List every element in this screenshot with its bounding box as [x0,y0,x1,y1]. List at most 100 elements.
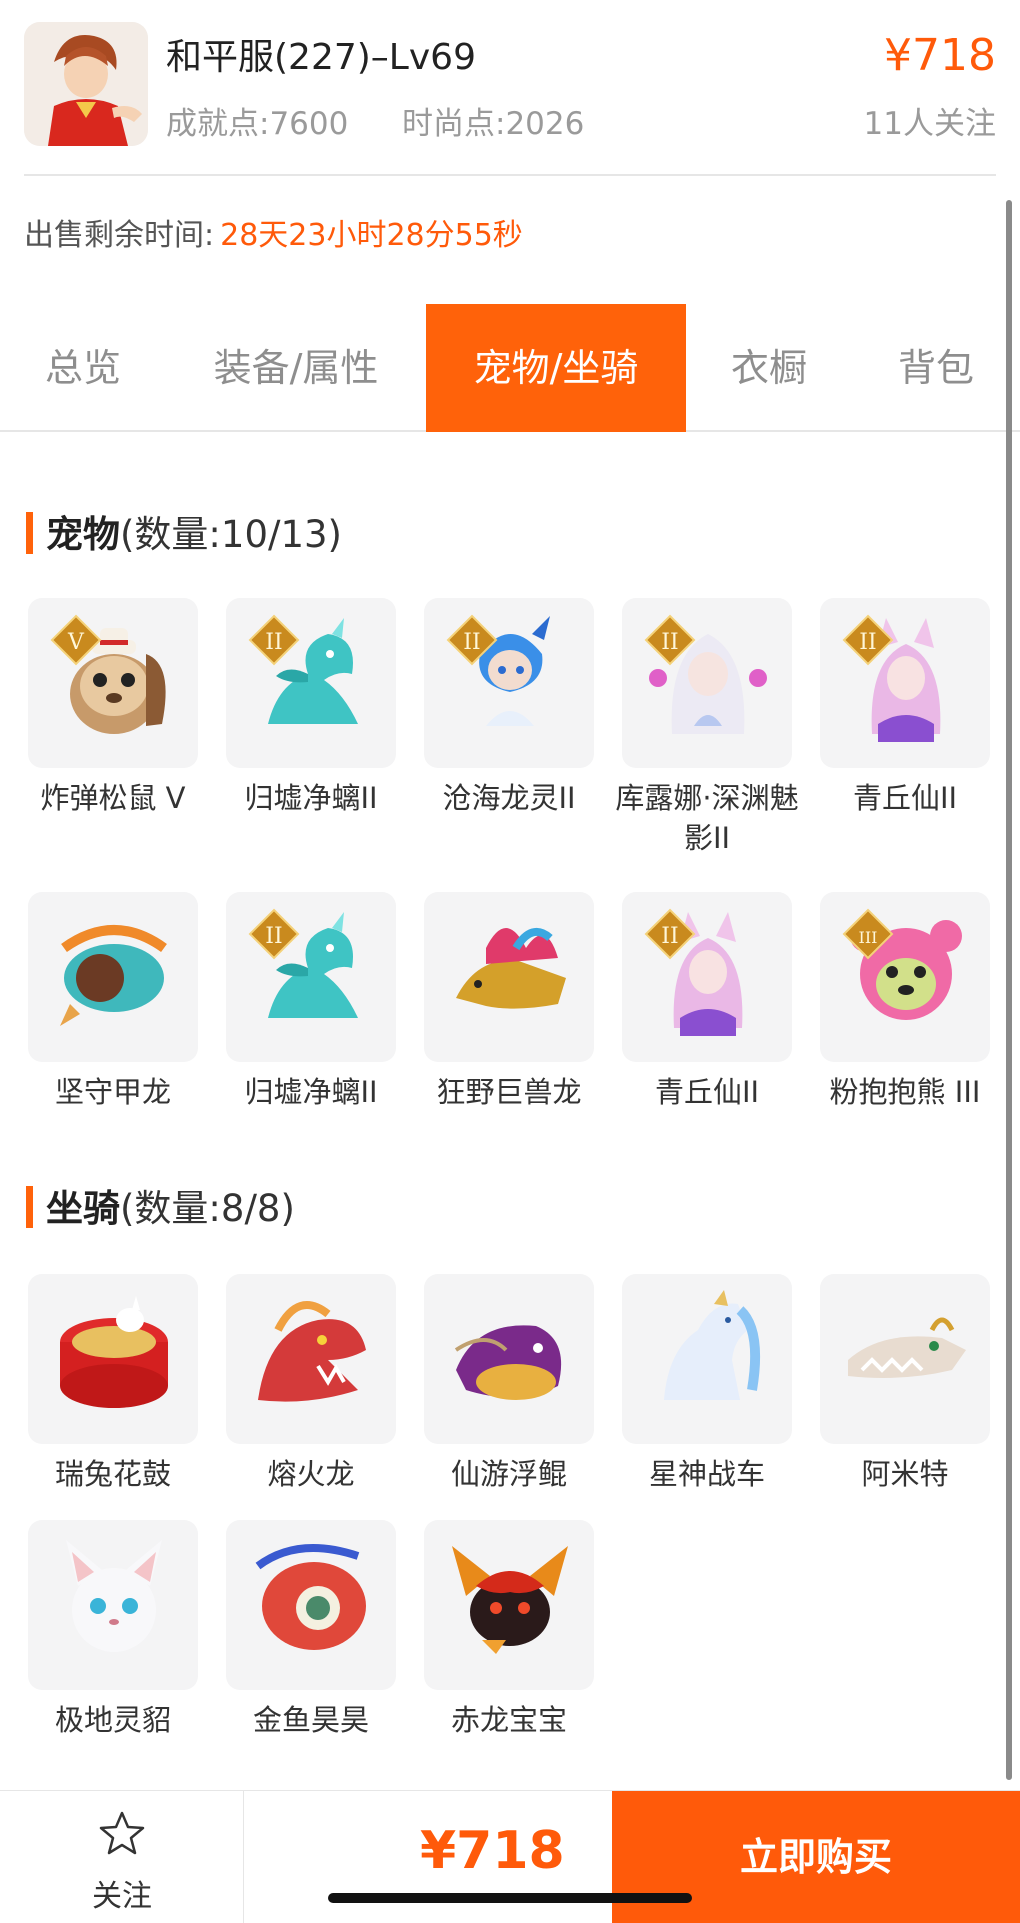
follow-label: 关注 [92,1879,152,1914]
baby-dragon-icon [452,1546,568,1654]
tier-badge-icon: II [248,614,300,666]
pets-count: (数量:10/13) [120,513,342,556]
fire-dragon-icon [258,1301,366,1402]
tab-overview[interactable]: 总览 [0,304,166,432]
pet-item[interactable]: II 归墟净螭II [226,892,398,1112]
crocodile-icon [848,1317,966,1378]
pet-name: 狂野巨兽龙 [436,1075,582,1109]
pets-title: 宠物 [46,513,120,556]
scrollbar[interactable] [1006,200,1012,1780]
tab-pets-mounts[interactable]: 宠物/坐骑 [426,304,686,432]
pet-name: 粉抱抱熊 III [829,1075,981,1109]
mount-item[interactable]: 熔火龙 [226,1274,398,1494]
pet-name: 沧海龙灵II [442,781,576,815]
pet-name: 炸弹松鼠 V [40,781,186,815]
pet-name: 归墟净螭II [244,781,378,815]
pet-item[interactable]: V 炸弹松鼠 V [28,598,200,818]
pet-thumbnail [28,892,198,1062]
listing-title: 和平服(227)–Lv69 [166,37,476,78]
pet-item[interactable]: II 青丘仙II [820,598,992,818]
svg-text:V: V [67,630,85,655]
character-avatar[interactable] [24,22,148,146]
pet-thumbnail: II [424,598,594,768]
pet-thumbnail: II [622,598,792,768]
pet-thumbnail: V [28,598,198,768]
pet-name: 坚守甲龙 [54,1075,171,1109]
tab-wardrobe[interactable]: 衣橱 [686,304,852,432]
pet-item[interactable]: III 粉抱抱熊 III [820,892,992,1112]
tier-badge-icon: II [842,614,894,666]
pet-thumbnail [424,892,594,1062]
achievement-points: 成就点:7600 [166,106,349,142]
listing-price: ¥718 [884,30,996,81]
pet-item[interactable]: II 库露娜·深渊魅影II [615,598,799,858]
svg-text:II: II [661,924,678,949]
section-marker [26,512,33,554]
bottom-price: ¥718 [420,1821,565,1881]
pet-item[interactable]: II 青丘仙II [622,892,794,1112]
pet-name: 库露娜·深渊魅影II [615,781,799,855]
tier-badge-icon: II [446,614,498,666]
follower-count: 11人关注 [863,106,996,142]
mount-thumbnail [424,1520,594,1690]
svg-text:II: II [859,630,876,655]
tab-backpack[interactable]: 背包 [852,304,1020,432]
svg-text:II: II [265,924,282,949]
pet-item[interactable]: 狂野巨兽龙 [424,892,596,1112]
mount-item[interactable]: 极地灵貂 [28,1520,200,1740]
mount-thumbnail [820,1274,990,1444]
star-icon [99,1811,145,1855]
horse-icon [664,1290,761,1400]
remaining-time-label: 出售剩余时间: [24,218,215,253]
pet-thumbnail: II [622,892,792,1062]
tier-badge-icon: II [248,908,300,960]
pet-thumbnail: II [820,598,990,768]
beast-dragon-icon [456,927,566,1009]
buy-now-button[interactable]: 立即购买 [612,1791,1020,1923]
mount-name: 金鱼昊昊 [252,1703,369,1737]
bottom-action-bar: 关注 ¥718 立即购买 [0,1790,1020,1923]
pet-item[interactable]: II 沧海龙灵II [424,598,596,818]
mount-name: 瑞兔花鼓 [54,1457,171,1491]
tier-badge-icon: II [644,614,696,666]
remaining-time-value: 28天23小时28分55秒 [220,218,523,253]
pet-thumbnail: II [226,892,396,1062]
mount-name: 极地灵貂 [54,1703,171,1737]
divider [24,174,996,176]
drum-icon [60,1296,168,1408]
mount-item[interactable]: 星神战车 [622,1274,794,1494]
tab-bar: 总览 装备/属性 宠物/坐骑 衣橱 背包 [0,304,1020,432]
mount-name: 阿米特 [861,1457,949,1491]
mounts-title: 坐骑 [46,1187,120,1230]
pet-item[interactable]: II 归墟净螭II [226,598,398,818]
mount-thumbnail [424,1274,594,1444]
section-marker [26,1186,33,1228]
svg-text:II: II [265,630,282,655]
goldfish-icon [255,1544,366,1650]
mount-thumbnail [226,1274,396,1444]
armored-dragon-icon [60,925,167,1026]
character-portrait-icon [24,22,148,146]
mount-name: 星神战车 [648,1457,765,1491]
pet-name: 青丘仙II [852,781,958,815]
pet-item[interactable]: 坚守甲龙 [28,892,200,1112]
follow-button[interactable]: 关注 [0,1791,244,1923]
pet-thumbnail: III [820,892,990,1062]
svg-text:II: II [463,630,480,655]
mount-thumbnail [28,1274,198,1444]
mount-item[interactable]: 金鱼昊昊 [226,1520,398,1740]
mount-thumbnail [622,1274,792,1444]
fashion-points: 时尚点:2026 [402,106,585,142]
mount-thumbnail [28,1520,198,1690]
mount-name: 仙游浮鲲 [450,1457,567,1491]
home-indicator [328,1893,692,1903]
mount-item[interactable]: 阿米特 [820,1274,992,1494]
tab-equipment[interactable]: 装备/属性 [166,304,426,432]
mount-item[interactable]: 仙游浮鲲 [424,1274,596,1494]
mount-item[interactable]: 瑞兔花鼓 [28,1274,200,1494]
listing-header: 和平服(227)–Lv69 成就点:7600 时尚点:2026 ¥718 11人… [0,0,1020,176]
mount-name: 熔火龙 [267,1457,355,1491]
mounts-count: (数量:8/8) [120,1187,295,1230]
mount-item[interactable]: 赤龙宝宝 [424,1520,596,1740]
mounts-section-title: 坐骑(数量:8/8) [26,1178,295,1232]
